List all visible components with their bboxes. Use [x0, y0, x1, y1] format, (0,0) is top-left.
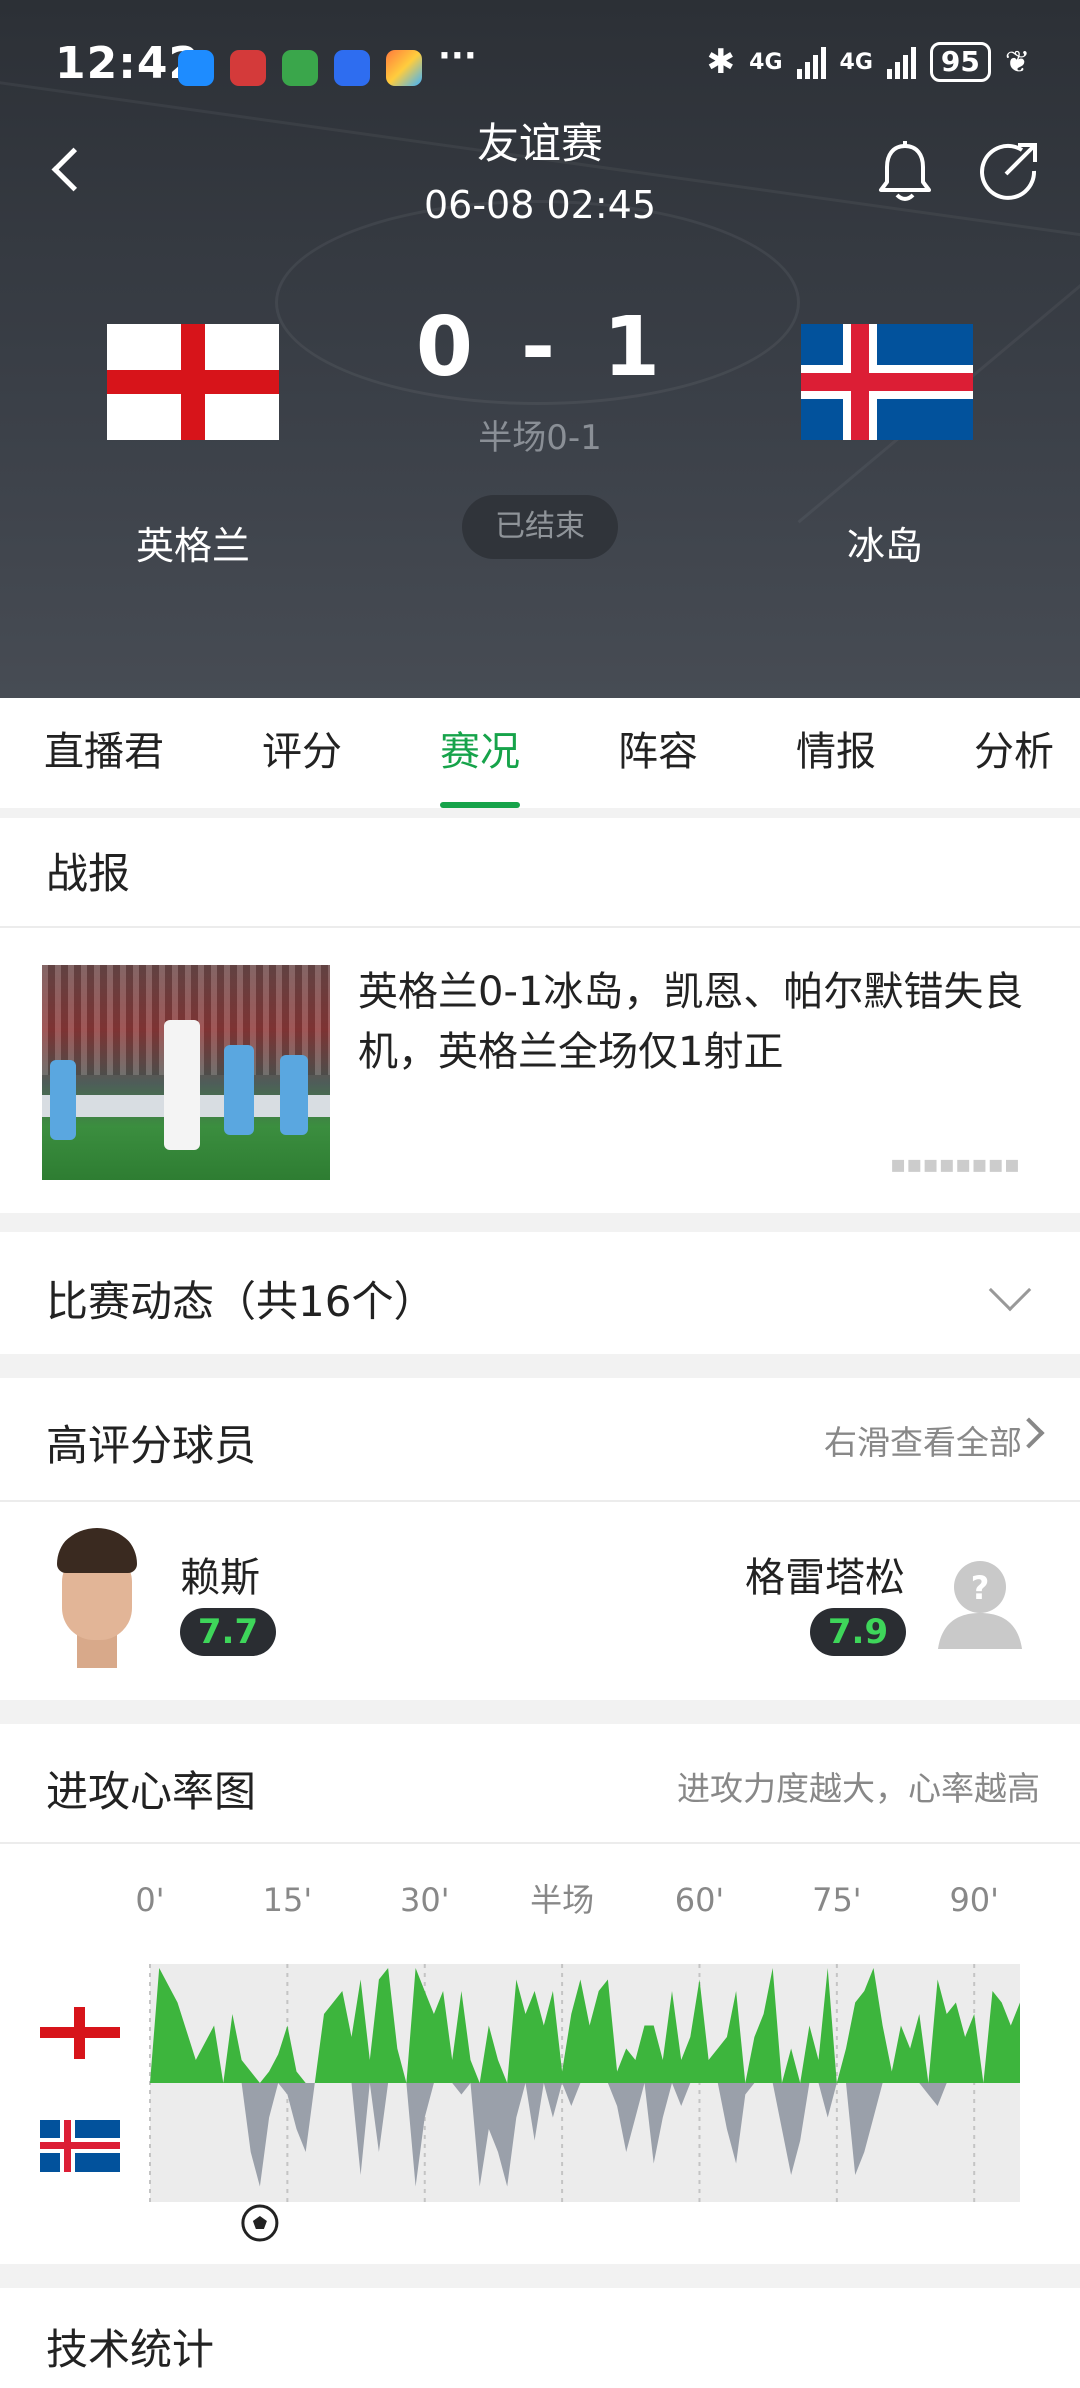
away-score: 1 [603, 300, 665, 395]
tab-lineup[interactable]: 阵容 [618, 698, 698, 808]
match-status-badge: 已结束 [462, 495, 618, 559]
goal-ball-icon[interactable] [241, 2204, 279, 2242]
score-separator: - [520, 300, 560, 395]
signal-icon [886, 45, 916, 79]
momentum-note: 进攻力度越大，心率越高 [677, 1769, 1040, 1808]
report-title: 战报 [46, 849, 131, 898]
player-figure [280, 1055, 308, 1135]
colorful-app-icon [386, 50, 422, 86]
leaf-icon: ❦ [1004, 44, 1030, 80]
halftime-score: 半场0-1 [478, 418, 602, 458]
news-headline[interactable]: 英格兰0-1冰岛，凯恩、帕尔默错失良机，英格兰全场仅1射正 [358, 962, 1038, 1082]
news-thumbnail[interactable] [42, 965, 330, 1180]
chart-tick-label: 60' [675, 1881, 725, 1919]
stats-card: 技术统计 [0, 2288, 1080, 2388]
player-figure [50, 1060, 76, 1140]
notification-icons [178, 50, 422, 86]
hr-watermark: ▪▪▪▪▪▪▪▪ [890, 1150, 1021, 1178]
avatar-placeholder-icon[interactable]: ? [932, 1555, 1028, 1651]
divider [0, 1500, 1080, 1502]
sheet-app-icon [282, 50, 318, 86]
svg-text:?: ? [971, 1569, 990, 1607]
share-icon[interactable] [978, 140, 1040, 202]
bell-icon[interactable] [875, 140, 935, 204]
home-score: 0 [415, 300, 477, 395]
player-figure [224, 1045, 254, 1135]
chart-tick-label: 15' [263, 1881, 313, 1919]
player-figure [164, 1020, 200, 1150]
battery-icon: 95 [929, 42, 991, 82]
top-players-title: 高评分球员 [46, 1421, 257, 1470]
status-bar: 12:42 ··· ✱ 4G 4G 95 ❦ [0, 30, 1080, 100]
view-all-link[interactable]: 右滑查看全部 [824, 1416, 1022, 1464]
top-players-card: 高评分球员 右滑查看全部 [0, 1378, 1080, 1700]
bank-app-icon [230, 50, 266, 86]
match-header: 12:42 ··· ✱ 4G 4G 95 ❦ 友谊赛 06-08 02:45 0… [0, 0, 1080, 698]
signal-icon [796, 45, 826, 79]
chart-tick-label: 75' [812, 1881, 862, 1919]
events-card[interactable]: 比赛动态（共16个） [0, 1232, 1080, 1354]
momentum-title: 进攻心率图 [46, 1767, 257, 1816]
events-title: 比赛动态（共16个） [46, 1277, 436, 1326]
avatar[interactable] [52, 1528, 142, 1668]
chart-tick-label: 90' [949, 1881, 999, 1919]
divider [0, 926, 1080, 928]
divider [0, 1842, 1080, 1844]
momentum-chart[interactable]: 0' 15' 30' 半场 60' 75' 90' [0, 1860, 1080, 2250]
away-player-rating: 7.9 [810, 1608, 906, 1656]
bluetooth-icon: ✱ [706, 42, 736, 82]
tab-analysis[interactable]: 分析 [974, 698, 1054, 808]
chart-tick-label: 半场 [530, 1881, 594, 1919]
message-app-icon [178, 50, 214, 86]
more-notifications-icon: ··· [438, 36, 477, 76]
chart-tick-label: 0' [135, 1881, 164, 1919]
tab-overview[interactable]: 赛况 [440, 698, 520, 808]
tab-ratings[interactable]: 评分 [262, 698, 342, 808]
stats-title: 技术统计 [46, 2325, 215, 2374]
match-tabs: 直播君 评分 赛况 阵容 情报 分析 [0, 698, 1080, 808]
away-player-name[interactable]: 格雷塔松 [745, 1545, 905, 1603]
chart-tick-label: 30' [400, 1881, 450, 1919]
scoreline: 0-1 [0, 300, 1080, 395]
tab-live[interactable]: 直播君 [44, 698, 164, 808]
home-player-rating: 7.7 [180, 1608, 276, 1656]
system-status: ✱ 4G 4G 95 ❦ [707, 42, 1030, 82]
shield-app-icon [334, 50, 370, 86]
home-team-name[interactable]: 英格兰 [63, 515, 323, 570]
tab-intel[interactable]: 情报 [796, 698, 876, 808]
england-flag-icon [40, 2007, 120, 2059]
network-type-1: 4G [749, 49, 783, 75]
iceland-flag-icon [40, 2120, 120, 2172]
network-type-2: 4G [839, 49, 873, 75]
away-team-name[interactable]: 冰岛 [755, 515, 1015, 570]
home-player-name[interactable]: 赖斯 [180, 1545, 260, 1603]
